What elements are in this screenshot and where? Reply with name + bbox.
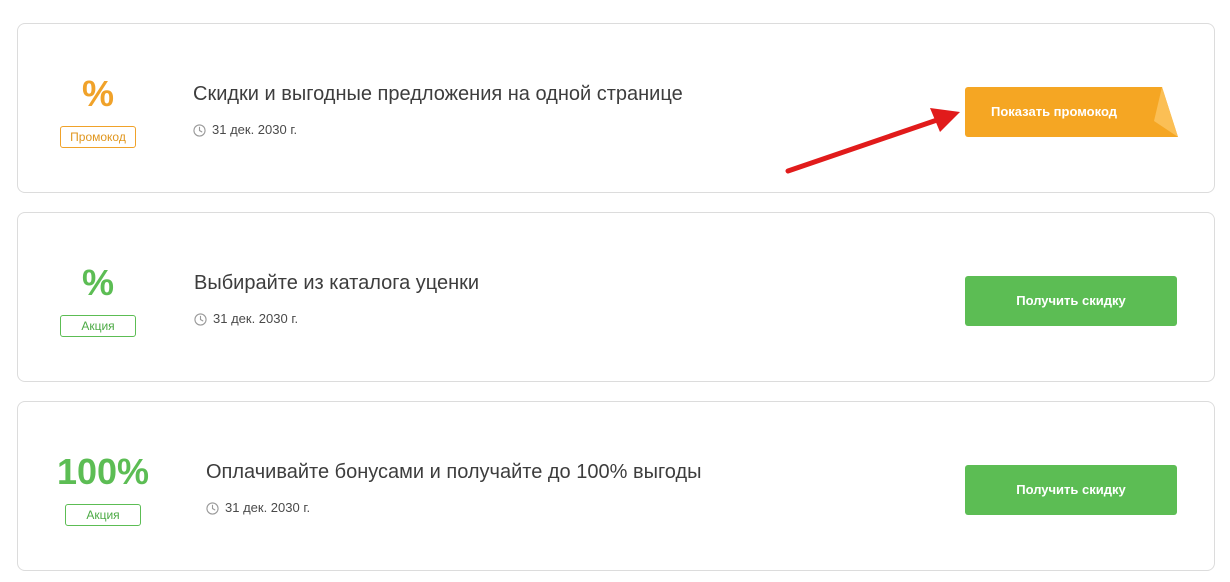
get-discount-button[interactable]: Получить скидку [965,465,1177,515]
offer-type-tag: Акция [60,315,136,337]
offer-title[interactable]: Оплачивайте бонусами и получайте до 100%… [206,459,702,485]
offer-badge: % Акция [18,213,178,381]
offer-value: % [81,73,114,114]
offer-type-tag: Промокод [60,126,136,148]
offer-value: 100% [56,451,150,492]
offer-date: 31 дек. 2030 г. [193,122,297,138]
offer-badge: 100% Акция [23,402,183,570]
clock-icon [206,501,219,515]
get-discount-button[interactable]: Получить скидку [965,276,1177,326]
offer-date-text: 31 дек. 2030 г. [212,122,298,137]
offer-date-text: 31 дек. 2030 г. [213,311,299,326]
offer-date-text: 31 дек. 2030 г. [225,500,311,515]
offer-title[interactable]: Выбирайте из каталога уценки [194,270,479,296]
offer-type-tag: Акция [65,504,141,526]
offer-date: 31 дек. 2030 г. [194,311,298,327]
promo-code-fold-icon[interactable] [1148,87,1178,137]
offers-page: % Промокод Скидки и выгодные предложения… [0,0,1230,582]
offer-value: % [81,262,114,303]
offer-card-discount-catalog: % Акция Выбирайте из каталога уценки 31 … [17,212,1215,382]
offer-card-promo: % Промокод Скидки и выгодные предложения… [17,23,1215,193]
offer-card-bonus-payment: 100% Акция Оплачивайте бонусами и получа… [17,401,1215,571]
clock-icon [193,123,206,137]
show-promo-code-button[interactable]: Показать промокод [965,87,1160,137]
offer-badge: % Промокод [18,24,178,192]
clock-icon [194,312,207,326]
offer-date: 31 дек. 2030 г. [206,500,310,516]
offer-title[interactable]: Скидки и выгодные предложения на одной с… [193,81,683,107]
